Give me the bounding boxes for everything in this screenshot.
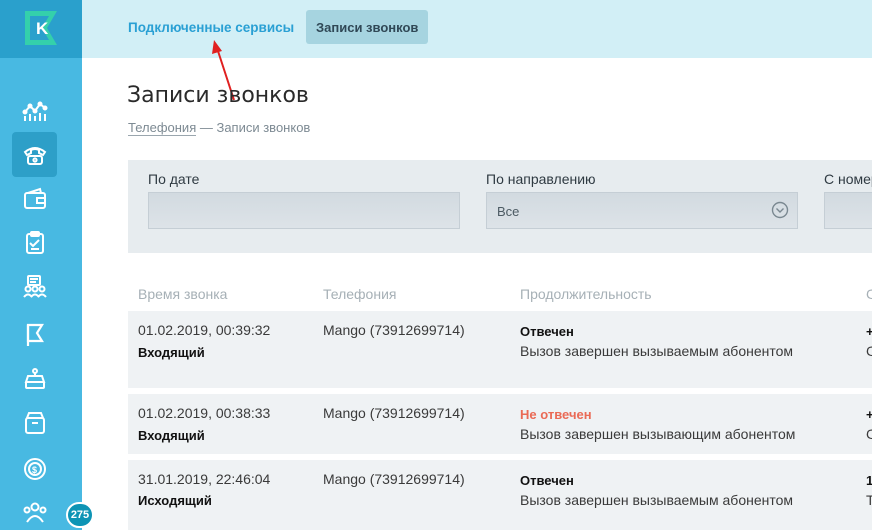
archive-box-icon (24, 411, 45, 434)
users-list-icon (22, 274, 47, 298)
nav-finance[interactable]: $ (12, 446, 57, 491)
call-edge-top: + (866, 324, 872, 339)
call-edge-top: + (866, 407, 872, 422)
call-edge-bottom: Т (866, 492, 872, 508)
team-icon (23, 502, 46, 523)
wallet-icon (23, 187, 46, 209)
tab-connected-services[interactable]: Подключенные сервисы (128, 20, 294, 35)
logo-area[interactable]: K (0, 0, 82, 58)
column-header-duration: Продолжительность (520, 286, 652, 302)
column-header-extra: С (866, 286, 872, 302)
breadcrumb-current: Записи звонков (216, 120, 311, 135)
nav-tasks[interactable] (12, 220, 57, 265)
breadcrumb-separator: — (196, 120, 217, 135)
notification-badge[interactable]: 275 (66, 502, 94, 528)
nav-team[interactable] (12, 490, 57, 530)
column-header-time: Время звонка (138, 286, 228, 302)
nav-clients[interactable] (12, 264, 57, 309)
nav-telephony[interactable] (12, 132, 57, 177)
logo-icon: K (25, 11, 57, 45)
filter-date-label: По дате (148, 171, 200, 187)
call-edge-bottom: С (866, 426, 872, 442)
sidebar: K $ 275 (0, 0, 94, 530)
app-root: K $ 275 Подключенные сервисы Записи звон… (0, 0, 872, 530)
call-telephony: Mango (73912699714) (323, 322, 465, 338)
call-detail: Вызов завершен вызываемым абонентом (520, 343, 794, 359)
call-direction: Исходящий (138, 493, 212, 508)
filter-direction-value: Все (497, 204, 520, 219)
filter-number-label: С номер (824, 171, 872, 187)
call-status: Не отвечен (520, 407, 592, 422)
flag-icon (26, 323, 44, 346)
call-detail: Вызов завершен вызываемым абонентом (520, 492, 794, 508)
call-edge-top: 1 (866, 473, 872, 488)
call-detail: Вызов завершен вызывающим абонентом (520, 426, 796, 442)
nav-archive[interactable] (12, 400, 57, 445)
call-telephony: Mango (73912699714) (323, 471, 465, 487)
call-direction: Входящий (138, 345, 205, 360)
coin-icon: $ (23, 457, 46, 480)
breadcrumb: Телефония — Записи звонков (128, 120, 311, 136)
chevron-down-icon (771, 201, 789, 219)
filter-direction-label: По направлению (486, 171, 596, 187)
svg-text:$: $ (32, 465, 37, 475)
filter-number-input[interactable] (824, 192, 872, 229)
nav-register[interactable] (12, 356, 57, 401)
phone-icon (23, 146, 46, 165)
register-icon (24, 367, 45, 389)
column-header-telephony: Телефония (323, 286, 397, 302)
call-direction: Входящий (138, 428, 205, 443)
call-datetime: 01.02.2019, 00:38:33 (138, 405, 271, 421)
page-title: Записи звонков (127, 83, 309, 108)
logo-letter: K (36, 19, 49, 38)
tab-call-records[interactable]: Записи звонков (306, 10, 429, 44)
clipboard-icon (25, 230, 44, 254)
call-telephony: Mango (73912699714) (323, 405, 465, 421)
call-datetime: 31.01.2019, 22:46:04 (138, 471, 271, 487)
nav-flag[interactable] (12, 312, 57, 357)
nav-wallet[interactable] (12, 176, 57, 221)
breadcrumb-link-telephony[interactable]: Телефония (128, 120, 197, 136)
call-edge-bottom: С (866, 343, 872, 359)
call-status: Отвечен (520, 324, 574, 339)
filter-date-input[interactable] (148, 192, 460, 229)
filter-direction-select[interactable]: Все (486, 192, 798, 229)
analytics-icon (22, 101, 47, 121)
nav-analytics[interactable] (12, 88, 57, 133)
table-row[interactable] (128, 394, 872, 454)
call-datetime: 01.02.2019, 00:39:32 (138, 322, 271, 338)
call-status: Отвечен (520, 473, 574, 488)
